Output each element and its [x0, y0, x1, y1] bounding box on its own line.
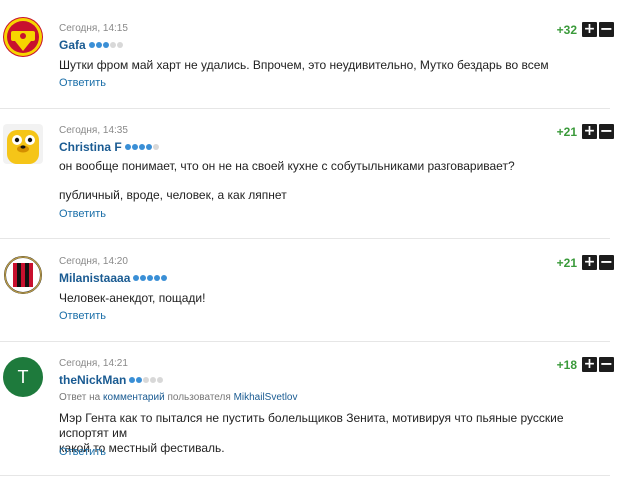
rank-dot: [150, 377, 157, 383]
downvote-button[interactable]: −: [599, 123, 614, 139]
rank-dots: [129, 377, 164, 383]
reply-link[interactable]: Ответить: [59, 77, 106, 89]
comment-time: Сегодня, 14:21: [59, 358, 128, 369]
reply-link[interactable]: Ответить: [59, 446, 106, 458]
avatar[interactable]: T: [3, 357, 43, 397]
rank-dot: [129, 377, 136, 383]
comment-item: Сегодня, 14:35 Christina F он вообще пон…: [0, 108, 618, 238]
author-name[interactable]: Gafa: [59, 38, 86, 52]
reply-link[interactable]: Ответить: [59, 208, 106, 220]
rank-dot: [145, 144, 152, 150]
author-row: theNickMan: [59, 373, 164, 387]
reply-link[interactable]: Ответить: [59, 310, 106, 322]
rank-dot: [95, 42, 102, 48]
rank-dot: [140, 275, 147, 281]
score: +18: [556, 357, 577, 372]
comment-line: Мэр Гента как то пытался не пустить боле…: [59, 411, 564, 440]
rank-dot: [138, 144, 145, 150]
rank-dot: [133, 275, 140, 281]
comment-line: публичный, вроде, человек, а как ляпнет: [59, 188, 287, 202]
author-row: Gafa: [59, 38, 124, 52]
author-name[interactable]: Christina F: [59, 140, 122, 154]
reply-note-comment-link[interactable]: комментарий: [103, 392, 165, 403]
avatar[interactable]: [3, 255, 43, 295]
rank-dot: [152, 144, 159, 150]
comment-text: Шутки фром май харт не удались. Впрочем,…: [59, 58, 579, 73]
rank-dot: [136, 377, 143, 383]
avatar[interactable]: [3, 17, 43, 57]
avatar[interactable]: [3, 124, 43, 164]
comment-line: он вообще понимает, что он не на своей к…: [59, 159, 515, 173]
divider: [0, 475, 610, 476]
comment-time: Сегодня, 14:15: [59, 23, 128, 34]
comment-time: Сегодня, 14:20: [59, 256, 128, 267]
downvote-button[interactable]: −: [599, 21, 614, 37]
rank-dot: [124, 144, 131, 150]
reply-note-user-link[interactable]: MikhailSvetlov: [234, 392, 298, 403]
rank-dots: [133, 275, 168, 281]
comment-line: какой то местный фестиваль.: [59, 441, 225, 455]
rank-dots: [88, 42, 124, 48]
comment-item: T Сегодня, 14:21 theNickMan Ответ на ком…: [0, 341, 618, 477]
avatar-letter: T: [17, 366, 29, 387]
author-row: Milanistaaaa: [59, 271, 168, 285]
ac-milan-logo-icon: [4, 256, 42, 294]
rank-dot: [116, 42, 123, 48]
reply-note: Ответ на комментарий пользователя Mikhai…: [59, 392, 297, 403]
comment-line: Человек-анекдот, пощади!: [59, 291, 206, 305]
rank-dots: [124, 144, 160, 150]
comment-text: Мэр Гента как то пытался не пустить боле…: [59, 411, 599, 456]
rank-dot: [102, 42, 109, 48]
reply-note-prefix: Ответ на: [59, 392, 101, 403]
author-row: Christina F: [59, 140, 160, 154]
rank-dot: [143, 377, 150, 383]
comment-item: Сегодня, 14:20 Milanistaaaa Человек-анек…: [0, 238, 618, 341]
rank-dot: [161, 275, 168, 281]
upvote-button[interactable]: +: [582, 22, 597, 37]
downvote-button[interactable]: −: [599, 254, 614, 270]
upvote-button[interactable]: +: [582, 124, 597, 139]
comment-line: Шутки фром май харт не удались. Впрочем,…: [59, 58, 549, 72]
rating: +18 + −: [556, 356, 614, 372]
score: +21: [556, 255, 577, 270]
comment-text: Человек-анекдот, пощади!: [59, 291, 579, 306]
jake-the-dog-icon: [7, 130, 39, 164]
rank-dot: [88, 42, 95, 48]
upvote-button[interactable]: +: [582, 357, 597, 372]
comment-text: он вообще понимает, что он не на своей к…: [59, 159, 579, 203]
score: +21: [556, 124, 577, 139]
rank-dot: [154, 275, 161, 281]
reply-note-middle: пользователя: [167, 392, 231, 403]
comment-time: Сегодня, 14:35: [59, 125, 128, 136]
rating: +21 + −: [556, 123, 614, 139]
rank-dot: [131, 144, 138, 150]
author-name[interactable]: theNickMan: [59, 373, 126, 387]
author-name[interactable]: Milanistaaaa: [59, 271, 130, 285]
rating: +32 + −: [556, 21, 614, 37]
comment-item: Сегодня, 14:15 Gafa Шутки фром май харт …: [0, 0, 618, 108]
upvote-button[interactable]: +: [582, 255, 597, 270]
manchester-united-logo-icon: [4, 18, 42, 56]
score: +32: [556, 22, 577, 37]
rank-dot: [147, 275, 154, 281]
downvote-button[interactable]: −: [599, 356, 614, 372]
rank-dot: [109, 42, 116, 48]
rating: +21 + −: [556, 254, 614, 270]
rank-dot: [157, 377, 164, 383]
